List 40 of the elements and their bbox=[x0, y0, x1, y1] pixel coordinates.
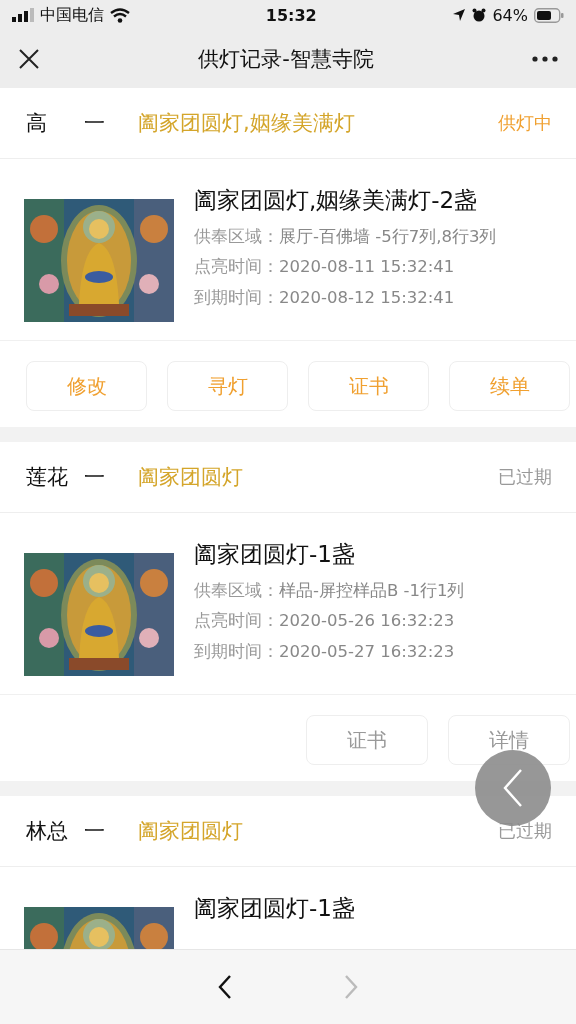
back-icon[interactable] bbox=[218, 974, 232, 1000]
lamp-names: 阖家团圆灯,姻缘美满灯 bbox=[138, 110, 356, 137]
dash-text: 一 bbox=[84, 110, 106, 137]
page-title: 供灯记录-智慧寺院 bbox=[198, 46, 374, 73]
item-title: 阖家团圆灯,姻缘美满灯-2盏 bbox=[194, 186, 479, 215]
signal-icon bbox=[12, 8, 34, 22]
detail-line: 供奉区域：样品-屏控样品B -1行1列 bbox=[194, 580, 466, 602]
donor-name: 莲花 bbox=[26, 464, 69, 491]
battery-icon bbox=[534, 7, 564, 23]
detail-line: 点亮时间：2020-08-11 15:32:41 bbox=[194, 256, 456, 279]
donor-name: 高 bbox=[26, 110, 48, 137]
action-button[interactable]: 寻灯 bbox=[167, 361, 288, 411]
detail-line: 点亮时间：2020-05-26 16:32:23 bbox=[194, 610, 456, 633]
status-text: 已过期 bbox=[498, 465, 552, 489]
action-button[interactable]: 修改 bbox=[26, 361, 147, 411]
alarm-icon bbox=[472, 8, 487, 22]
status-text: 供灯中 bbox=[498, 111, 552, 135]
detail-line: 供奉区域：展厅-百佛墙 -5行7列,8行3列 bbox=[194, 226, 498, 248]
chevron-left-icon bbox=[502, 768, 524, 808]
location-icon bbox=[452, 8, 467, 22]
more-icon[interactable] bbox=[532, 56, 558, 62]
action-button[interactable]: 续单 bbox=[449, 361, 570, 411]
item-title: 阖家团圆灯-1盏 bbox=[194, 894, 356, 923]
detail-line: 到期时间：2020-08-12 15:32:41 bbox=[194, 286, 456, 309]
dash-text: 一 bbox=[84, 818, 106, 845]
donor-name: 林总 bbox=[26, 818, 69, 845]
status-text: 已过期 bbox=[498, 819, 552, 843]
action-button[interactable]: 证书 bbox=[306, 715, 428, 765]
item-title: 阖家团圆灯-1盏 bbox=[194, 540, 356, 569]
action-button[interactable]: 证书 bbox=[308, 361, 429, 411]
clock-time: 15:32 bbox=[265, 5, 317, 25]
action-button[interactable]: 详情 bbox=[448, 715, 570, 765]
battery-percent: 64% bbox=[492, 5, 528, 25]
wifi-icon bbox=[110, 7, 130, 23]
dash-text: 一 bbox=[84, 464, 106, 491]
detail-line: 到期时间：2020-05-27 16:32:23 bbox=[194, 640, 456, 663]
carrier-text: 中国电信 bbox=[40, 4, 104, 26]
lamp-names: 阖家团圆灯 bbox=[138, 464, 244, 491]
lamp-names: 阖家团圆灯 bbox=[138, 818, 244, 845]
close-icon[interactable] bbox=[18, 48, 40, 70]
